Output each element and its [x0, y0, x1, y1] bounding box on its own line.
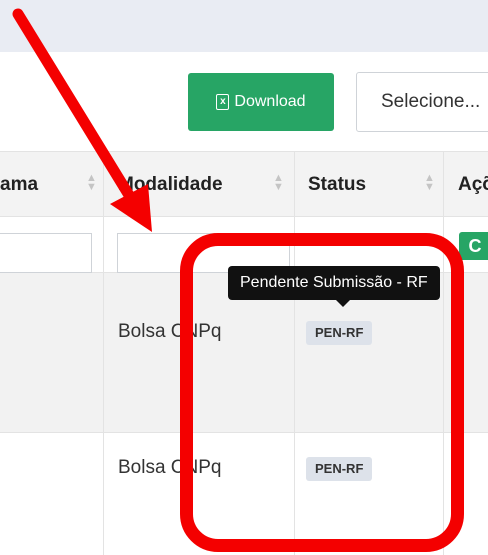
tooltip-arrow [336, 300, 350, 307]
column-divider [294, 217, 295, 273]
table-header: ama ▲▼ Modalidade ▲▼ Status ▲▼ Açõ [0, 151, 488, 218]
programa-filter-input[interactable] [0, 233, 92, 273]
filter-row [0, 217, 488, 273]
column-header-acoes[interactable]: Açõ [458, 174, 488, 196]
column-divider [103, 217, 104, 273]
column-divider [443, 217, 444, 273]
modalidade-cell: Bolsa CNPq [118, 457, 222, 478]
sort-icon[interactable]: ▲ ▼ [273, 173, 284, 193]
column-divider [294, 433, 295, 555]
column-header-programa[interactable]: ama [0, 174, 38, 196]
status-badge[interactable]: PEN-RF [306, 321, 373, 345]
excel-file-icon: x [216, 94, 230, 110]
table-row: Bolsa CNPq PEN-RF [0, 433, 488, 555]
sort-icon[interactable]: ▲ ▼ [424, 173, 435, 193]
column-divider [103, 433, 104, 555]
column-divider [103, 152, 104, 218]
column-divider [443, 152, 444, 218]
filter-select[interactable]: Selecione... [356, 72, 488, 132]
status-badge[interactable]: PEN-RF [306, 457, 373, 481]
filter-select-value: Selecione... [381, 91, 481, 112]
column-header-status[interactable]: Status [308, 174, 366, 196]
sort-icon[interactable]: ▲ ▼ [86, 173, 97, 193]
column-divider [443, 273, 444, 433]
column-divider [294, 152, 295, 218]
column-header-modalidade[interactable]: Modalidade [118, 174, 223, 196]
download-button[interactable]: x Download [188, 73, 334, 131]
download-button-label: Download [234, 93, 306, 110]
column-divider [103, 273, 104, 433]
top-header-band [0, 0, 488, 52]
action-button[interactable]: C [459, 232, 488, 260]
modalidade-cell: Bolsa CNPq [118, 321, 222, 342]
status-tooltip: Pendente Submissão - RF [228, 266, 440, 300]
column-divider [443, 433, 444, 555]
